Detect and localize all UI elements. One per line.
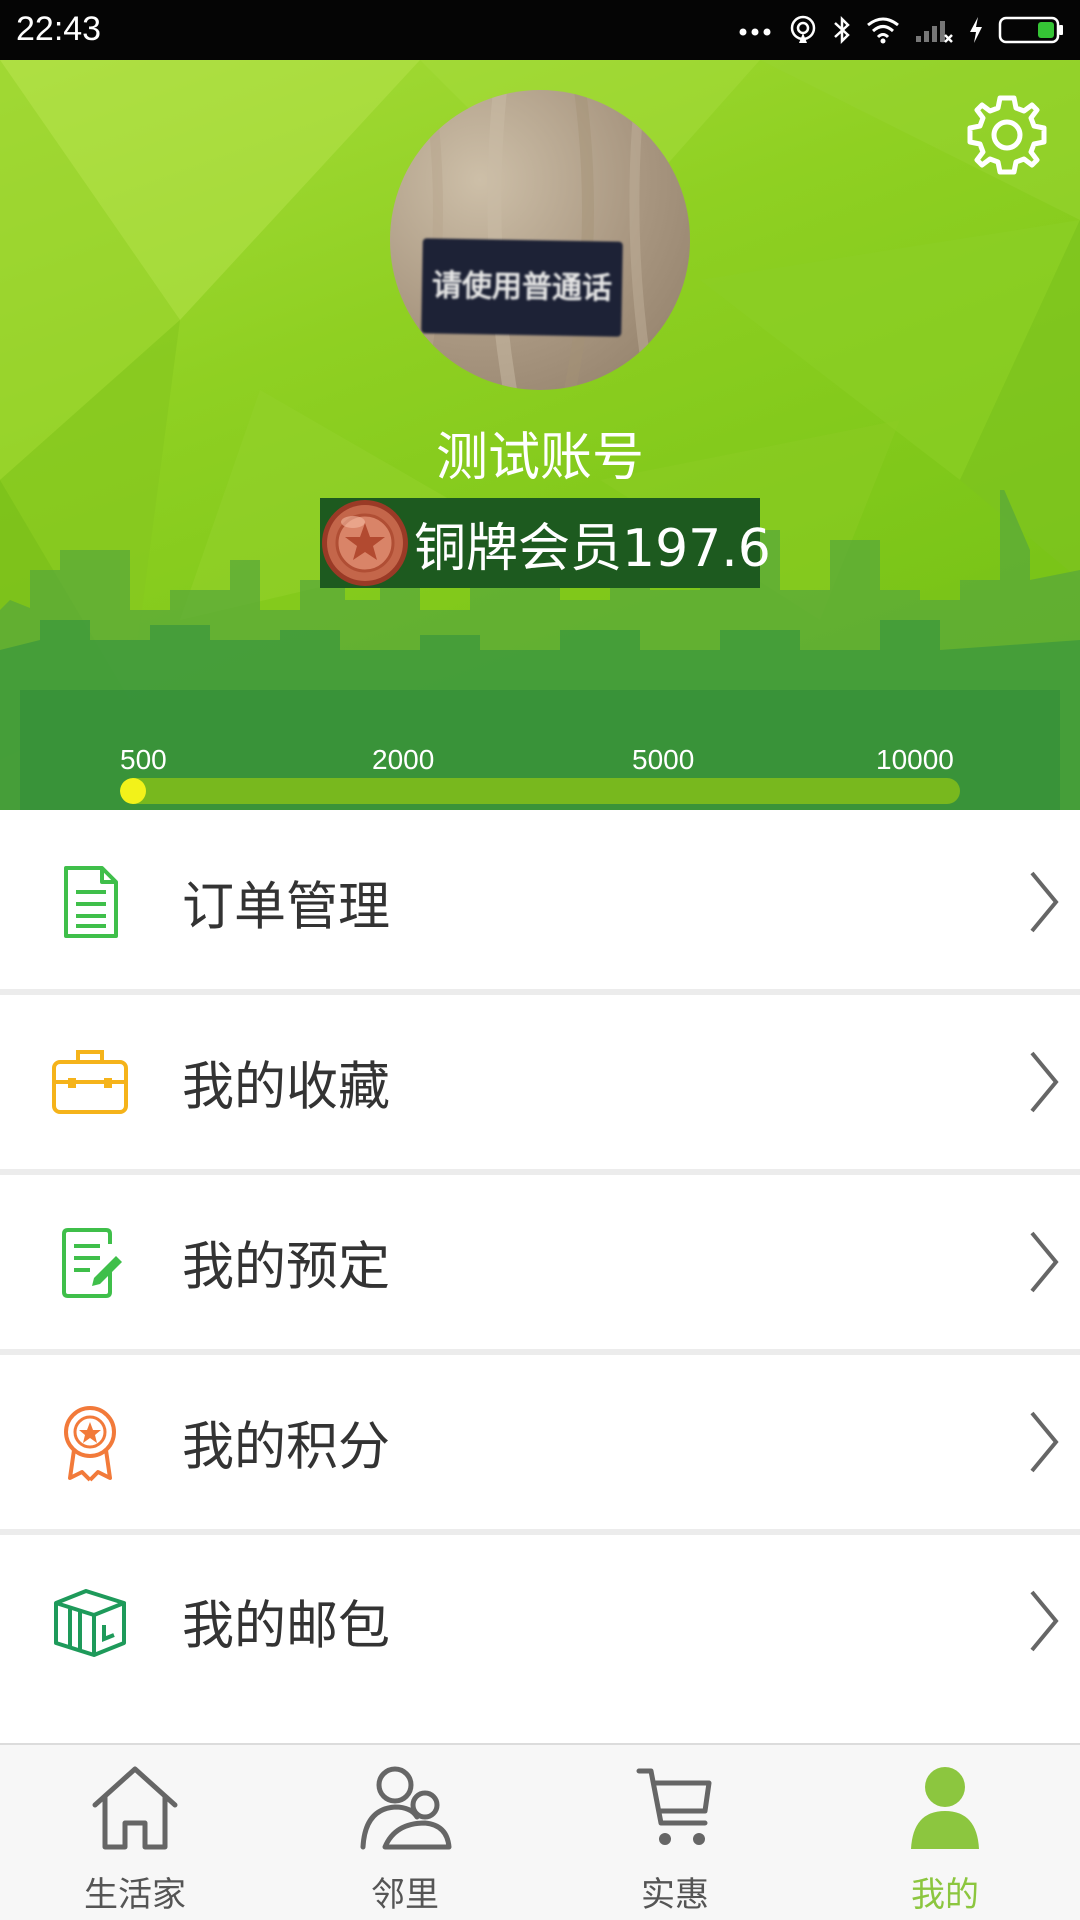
nav-label: 实惠: [641, 1875, 709, 1915]
status-bar: 22:43: [0, 0, 1080, 60]
neighbors-icon: [360, 1766, 452, 1850]
chevron-right-icon: [1030, 1590, 1059, 1652]
battery-icon: [998, 16, 1063, 44]
membership-badge[interactable]: 铜牌会员197.6: [320, 498, 771, 588]
reservation-edit-icon: [62, 1228, 122, 1298]
progress-fill: [120, 778, 146, 804]
user-icon: [911, 1767, 979, 1849]
level-threshold-diamond: 10000: [876, 744, 954, 775]
account-menu: 订单管理 我的收藏 我的预定 我的积分 我的邮包: [0, 815, 1080, 1707]
level-name-silver: 银牌: [380, 808, 436, 810]
nav-tab-neighbors[interactable]: 邻里: [270, 1745, 540, 1920]
hotspot-icon: [790, 15, 816, 43]
more-dots-icon: [739, 28, 771, 36]
level-threshold-bronze: 500: [120, 744, 167, 775]
chevron-right-icon: [1030, 1231, 1059, 1293]
menu-label: 我的预定: [182, 1237, 391, 1298]
user-name: 测试账号: [435, 428, 644, 488]
bluetooth-icon: [834, 15, 850, 45]
briefcase-icon: [52, 1050, 128, 1114]
profile-header: 请使用普通话 测试账号 铜牌会员197.6 500 2000 5000 1000…: [0, 60, 1080, 810]
wifi-icon: [867, 17, 899, 44]
menu-label: 我的积分: [182, 1417, 391, 1478]
nav-label: 生活家: [84, 1875, 186, 1915]
menu-item-favorites[interactable]: 我的收藏: [0, 995, 1080, 1175]
home-icon: [92, 1766, 178, 1850]
nav-tab-mine[interactable]: 我的: [810, 1745, 1080, 1920]
signal-icon: [916, 21, 953, 43]
level-threshold-gold: 5000: [632, 744, 695, 775]
chevron-right-icon: [1030, 1411, 1059, 1473]
parcel-box-icon: [54, 1589, 126, 1657]
level-name-bronze: 铜牌: [120, 808, 176, 810]
chevron-right-icon: [1030, 1051, 1059, 1113]
menu-label: 我的邮包: [182, 1596, 391, 1657]
charging-icon: [970, 17, 982, 43]
bottom-navigation: 生活家 邻里 实惠 我的: [0, 1743, 1080, 1920]
bronze-medal-icon: [322, 500, 408, 586]
nav-label: 我的: [911, 1875, 979, 1915]
settings-gear-icon[interactable]: [962, 90, 1052, 180]
chevron-right-icon: [1030, 871, 1059, 933]
membership-text: 铜牌会员197.6: [414, 518, 771, 579]
progress-track: [120, 778, 960, 804]
order-document-icon: [64, 866, 118, 938]
status-icons: [738, 10, 1064, 50]
menu-label: 订单管理: [182, 877, 391, 938]
menu-item-reservations[interactable]: 我的预定: [0, 1175, 1080, 1355]
nav-tab-home[interactable]: 生活家: [0, 1745, 270, 1920]
avatar[interactable]: 请使用普通话: [390, 90, 690, 390]
nav-tab-deals[interactable]: 实惠: [540, 1745, 810, 1920]
level-name-gold: 金牌: [640, 808, 696, 810]
shopping-cart-icon: [636, 1768, 712, 1845]
level-name-diamond: 钻石: [902, 808, 958, 810]
award-ribbon-icon: [64, 1406, 116, 1482]
menu-item-orders[interactable]: 订单管理: [0, 815, 1080, 995]
avatar-sign-text: 请使用普通话: [421, 238, 623, 337]
nav-label: 邻里: [371, 1875, 439, 1915]
level-threshold-silver: 2000: [372, 744, 435, 775]
menu-label: 我的收藏: [182, 1057, 391, 1118]
menu-item-parcels[interactable]: 我的邮包: [0, 1535, 1080, 1707]
menu-item-points[interactable]: 我的积分: [0, 1355, 1080, 1535]
status-time: 22:43: [16, 10, 102, 48]
